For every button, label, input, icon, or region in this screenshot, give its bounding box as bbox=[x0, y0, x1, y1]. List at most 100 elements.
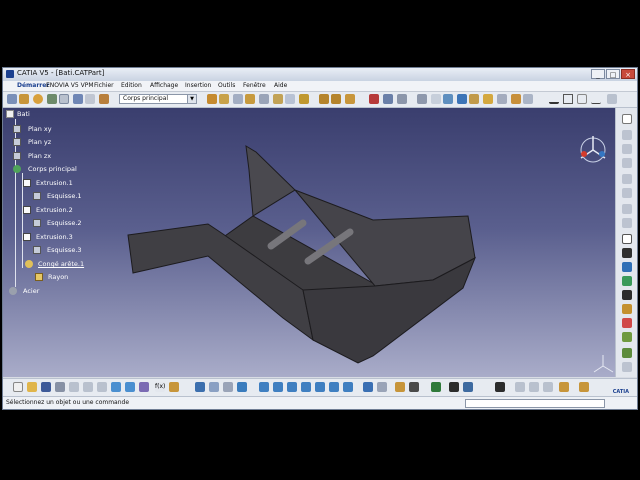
maximize-button[interactable]: □ bbox=[606, 69, 620, 79]
line-icon[interactable] bbox=[549, 94, 559, 104]
render-style-icon[interactable] bbox=[457, 94, 467, 104]
3d-part-model[interactable] bbox=[3, 108, 615, 377]
normal-view-bottom-icon[interactable] bbox=[343, 382, 353, 392]
pocket-icon[interactable] bbox=[47, 94, 57, 104]
shaft-icon[interactable] bbox=[59, 94, 69, 104]
constraint-icon[interactable] bbox=[369, 94, 379, 104]
fit-all-icon[interactable] bbox=[273, 382, 283, 392]
relimitation-icon[interactable] bbox=[622, 362, 632, 372]
apply-material-icon[interactable] bbox=[523, 94, 533, 104]
thick-surface-icon[interactable] bbox=[331, 94, 341, 104]
profile-icon[interactable] bbox=[622, 204, 632, 214]
construction-icon[interactable] bbox=[622, 158, 632, 168]
corner-icon[interactable] bbox=[622, 332, 632, 342]
operation-icon[interactable] bbox=[622, 318, 632, 328]
command-input[interactable] bbox=[465, 399, 605, 408]
catalog-icon[interactable] bbox=[195, 382, 205, 392]
formula-icon[interactable]: f(x) bbox=[155, 382, 165, 392]
measure-icon[interactable] bbox=[483, 94, 493, 104]
zoom-in-icon[interactable] bbox=[315, 382, 325, 392]
hide-show-icon[interactable] bbox=[497, 94, 507, 104]
pad-icon[interactable] bbox=[33, 94, 43, 104]
minimize-button[interactable]: _ bbox=[591, 69, 605, 79]
draft-icon[interactable] bbox=[233, 94, 243, 104]
help-icon[interactable] bbox=[139, 382, 149, 392]
sketch-analysis-icon[interactable] bbox=[417, 94, 427, 104]
plane-icon[interactable] bbox=[591, 94, 601, 104]
geometric-constraint-icon[interactable] bbox=[622, 174, 632, 184]
point-tool-icon[interactable] bbox=[622, 304, 632, 314]
tools-icon[interactable] bbox=[515, 382, 525, 392]
material-icon[interactable] bbox=[469, 94, 479, 104]
fillet-icon[interactable] bbox=[207, 94, 217, 104]
sketch-icon[interactable] bbox=[19, 94, 29, 104]
rotate-icon[interactable] bbox=[301, 382, 311, 392]
point-icon[interactable] bbox=[577, 94, 587, 104]
menu-start[interactable]: Démarrer bbox=[17, 82, 49, 89]
dimensional-constraint-icon[interactable] bbox=[622, 188, 632, 198]
rib-icon[interactable] bbox=[99, 94, 109, 104]
menu-window[interactable]: Fenêtre bbox=[243, 82, 266, 89]
3d-viewport[interactable]: Bati Plan xy Plan yz Plan zx Corps princ… bbox=[3, 108, 615, 377]
knowledge-icon[interactable] bbox=[223, 382, 233, 392]
close-button[interactable]: × bbox=[621, 69, 635, 79]
groove-icon[interactable] bbox=[73, 94, 83, 104]
sketcher-icon[interactable] bbox=[622, 114, 632, 124]
menu-file[interactable]: Fichier bbox=[94, 82, 114, 89]
save-icon[interactable] bbox=[41, 382, 51, 392]
chamfer-icon[interactable] bbox=[219, 94, 229, 104]
conic-icon[interactable] bbox=[622, 262, 632, 272]
new-file-icon[interactable] bbox=[13, 382, 23, 392]
print-icon[interactable] bbox=[55, 382, 65, 392]
table-icon[interactable] bbox=[209, 382, 219, 392]
quick-view-icon[interactable] bbox=[363, 382, 373, 392]
macro-icon[interactable] bbox=[237, 382, 247, 392]
shell-icon[interactable] bbox=[245, 94, 255, 104]
section-icon[interactable] bbox=[543, 382, 553, 392]
shading-icon[interactable] bbox=[377, 382, 387, 392]
pan-icon[interactable] bbox=[287, 382, 297, 392]
cut-icon[interactable] bbox=[69, 382, 79, 392]
swap-visible-icon[interactable] bbox=[511, 94, 521, 104]
body-selector-dropdown[interactable]: Corps principal ▼ bbox=[119, 94, 197, 104]
hide-icon[interactable] bbox=[395, 382, 405, 392]
toolbar-overflow-icon[interactable] bbox=[607, 94, 617, 104]
axis-icon[interactable] bbox=[563, 94, 573, 104]
comment-icon[interactable] bbox=[169, 382, 179, 392]
grid-icon[interactable] bbox=[397, 94, 407, 104]
translate-icon[interactable] bbox=[285, 94, 295, 104]
axis-tool-icon[interactable] bbox=[622, 290, 632, 300]
spline-icon[interactable] bbox=[622, 248, 632, 258]
menu-enovia[interactable]: ENOVIA V5 VPM bbox=[46, 82, 94, 89]
menu-view[interactable]: Affichage bbox=[150, 82, 178, 89]
mirror-icon[interactable] bbox=[299, 94, 309, 104]
dimension-icon[interactable] bbox=[383, 94, 393, 104]
menu-help[interactable]: Aide bbox=[274, 82, 287, 89]
properties-icon[interactable] bbox=[431, 382, 441, 392]
menu-tools[interactable]: Outils bbox=[218, 82, 235, 89]
close-surface-icon[interactable] bbox=[345, 94, 355, 104]
chevron-down-icon[interactable]: ▼ bbox=[187, 95, 196, 103]
rectangle-icon[interactable] bbox=[622, 218, 632, 228]
workbench-icon[interactable] bbox=[559, 382, 569, 392]
measure-item-icon[interactable] bbox=[463, 382, 473, 392]
thickness-icon[interactable] bbox=[259, 94, 269, 104]
copy-icon[interactable] bbox=[83, 382, 93, 392]
apply-material-bottom-icon[interactable] bbox=[495, 382, 505, 392]
new-icon[interactable] bbox=[7, 94, 17, 104]
analysis-icon[interactable] bbox=[529, 382, 539, 392]
zoom-out-icon[interactable] bbox=[329, 382, 339, 392]
compass-icon[interactable] bbox=[573, 130, 613, 170]
isometric-view-icon[interactable] bbox=[431, 94, 441, 104]
menu-edit[interactable]: Edition bbox=[121, 82, 142, 89]
measure-between-icon[interactable] bbox=[449, 382, 459, 392]
line-tool-icon[interactable] bbox=[622, 276, 632, 286]
fly-mode-icon[interactable] bbox=[259, 382, 269, 392]
chamfer-tool-icon[interactable] bbox=[622, 348, 632, 358]
menu-insert[interactable]: Insertion bbox=[185, 82, 211, 89]
circle-icon[interactable] bbox=[622, 234, 632, 244]
snap-icon[interactable] bbox=[622, 144, 632, 154]
swap-space-icon[interactable] bbox=[409, 382, 419, 392]
split-icon[interactable] bbox=[319, 94, 329, 104]
thread-icon[interactable] bbox=[273, 94, 283, 104]
